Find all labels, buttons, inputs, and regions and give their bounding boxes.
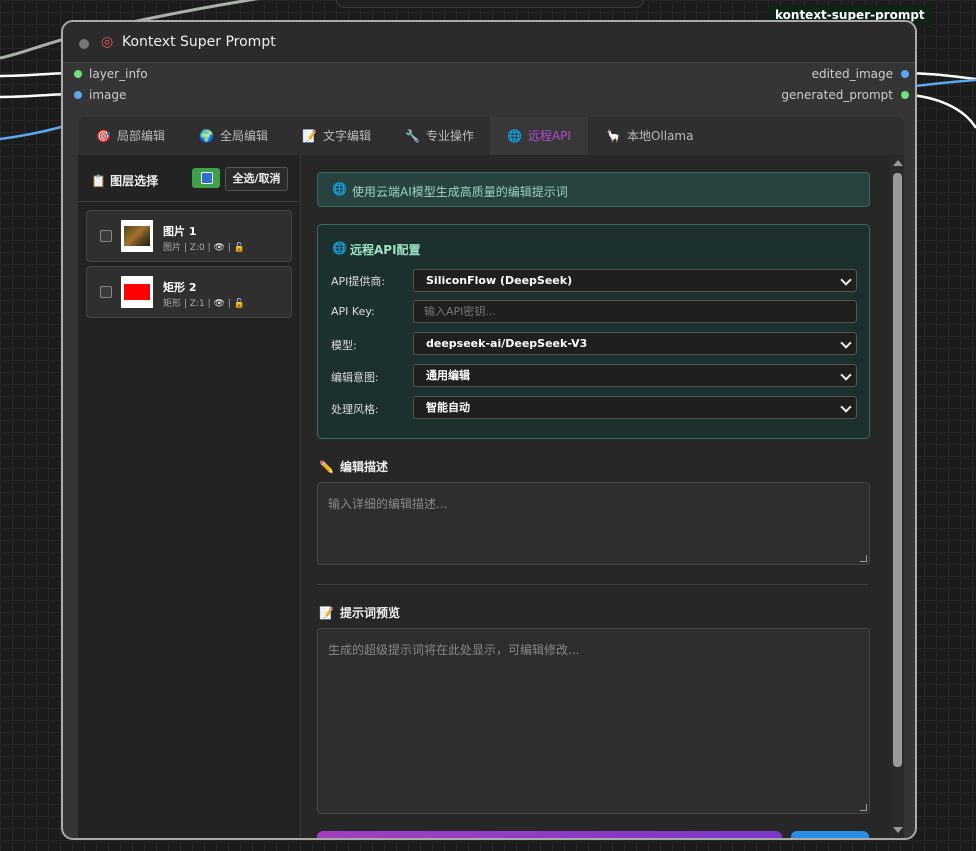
layer-item[interactable]: 矩形 2 矩形 | Z:1 | 👁 | 🔓 [86,266,292,318]
layer-sidebar-header: 📋 图层选择 全选/取消 [78,155,300,202]
memo-icon: 📝 [302,129,317,143]
input-slot-layer-info[interactable] [74,70,82,78]
select-all-button[interactable]: 全选/取消 [225,167,288,191]
input-label-image: image [89,88,127,102]
unlock-icon[interactable]: 🔓 [234,299,245,309]
node-widget-panel: 🎯 局部编辑 🌍 全局编辑 📝 文字编辑 🔧 专业操作 🌐 远程API 🦙 本地Ollama… [78,117,904,838]
generate-button[interactable] [317,831,782,838]
provider-select[interactable]: SiliconFlow (DeepSeek) [413,269,857,292]
divider [317,584,868,585]
output-label-edited-image: edited_image [811,67,893,81]
scroll-down-icon[interactable] [893,827,903,833]
layer-thumbnail [121,220,153,252]
output-slot-edited-image[interactable] [901,70,909,78]
resize-grip-icon[interactable] [860,555,867,562]
tab-local-ollama[interactable]: 🦙 本地Ollama [606,117,693,155]
tab-text-edit[interactable]: 📝 文字编辑 [302,117,371,155]
prompt-preview-textarea[interactable]: 生成的超级提示词将在此处显示，可编辑修改... [317,628,870,814]
edit-description-textarea[interactable]: 输入详细的编辑描述... [317,482,870,565]
info-banner: 🌐 使用云端AI模型生成高质量的编辑提示词 [317,172,870,207]
api-key-label: API Key: [331,305,375,318]
memo-icon: 📝 [319,606,334,620]
prompt-preview-title: 📝 提示词预览 [319,606,400,620]
output-label-generated-prompt: generated_prompt [781,88,893,102]
model-label: 模型: [331,339,357,352]
scroll-up-icon[interactable] [893,160,903,166]
kontext-super-prompt-node[interactable]: ◎ Kontext Super Prompt layer_info image … [61,20,917,840]
layer-checkbox[interactable] [100,286,112,298]
layer-thumbnail [121,276,153,308]
model-select[interactable]: deepseek-ai/DeepSeek-V3 [413,332,857,355]
style-label: 处理风格: [331,403,379,416]
intent-select[interactable]: 通用编辑 [413,364,857,387]
scrollbar-thumb[interactable] [893,173,902,767]
tab-remote-api[interactable]: 🌐 远程API [490,117,588,157]
eye-icon[interactable]: 👁 [213,299,224,309]
api-config-title: 远程API配置 [350,243,421,257]
layer-meta: 图片 | Z:0 | 👁 | 🔓 [163,243,245,253]
edit-description-title: ✏️ 编辑描述 [319,460,388,474]
eye-icon[interactable]: 👁 [213,243,224,253]
globe-icon: 🌍 [199,129,214,143]
secondary-action-button[interactable] [791,831,869,838]
target-icon: 🎯 [96,129,111,143]
layer-select-title: 📋 图层选择 [91,174,159,188]
remote-api-panel: 🌐 使用云端AI模型生成高质量的编辑提示词 🌐 远程API配置 API提供商: … [301,155,904,838]
intent-label: 编辑意图: [331,371,379,384]
unlock-icon[interactable]: 🔓 [234,243,245,253]
input-slot-image[interactable] [74,91,82,99]
wrench-icon: 🔧 [405,129,420,143]
chevron-down-icon [840,274,852,286]
tab-local-edit[interactable]: 🎯 局部编辑 [96,117,165,155]
globe-network-icon: 🌐 [507,129,522,143]
node-title: Kontext Super Prompt [122,34,276,50]
layer-meta: 矩形 | Z:1 | 👁 | 🔓 [163,299,245,309]
layer-name: 矩形 2 [163,281,197,294]
layer-sidebar: 📋 图层选择 全选/取消 图片 1 图片 | Z:0 | 👁 | 🔓 矩形 2 … [78,155,301,838]
chevron-down-icon [840,369,852,381]
api-config-box: 🌐 远程API配置 API提供商: SiliconFlow (DeepSeek)… [317,224,870,439]
output-slot-generated-prompt[interactable] [901,91,909,99]
info-text: 使用云端AI模型生成高质量的编辑提示词 [352,185,568,199]
llama-icon: 🦙 [606,129,621,143]
tab-global-edit[interactable]: 🌍 全局编辑 [199,117,268,155]
target-icon: ◎ [101,34,114,50]
tab-pro-operations[interactable]: 🔧 专业操作 [405,117,474,155]
api-key-input[interactable]: 输入API密钥... [413,300,857,323]
scrollbar[interactable] [890,155,904,838]
node-above-edge [336,0,644,8]
node-header[interactable]: ◎ Kontext Super Prompt [63,22,915,63]
globe-icon: 🌐 [332,241,347,255]
input-label-layer-info: layer_info [89,67,148,81]
clipboard-icon: 📋 [91,174,106,188]
chevron-down-icon [840,337,852,349]
style-select[interactable]: 智能自动 [413,396,857,419]
layer-item[interactable]: 图片 1 图片 | Z:0 | 👁 | 🔓 [86,210,292,262]
resize-grip-icon[interactable] [860,804,867,811]
tab-bar: 🎯 局部编辑 🌍 全局编辑 📝 文字编辑 🔧 专业操作 🌐 远程API 🦙 本地Ollama [78,117,904,157]
refresh-icon [201,172,213,184]
provider-label: API提供商: [331,275,386,288]
pencil-icon: ✏️ [319,460,334,474]
refresh-layers-button[interactable] [192,168,220,188]
layer-checkbox[interactable] [100,230,112,242]
chevron-down-icon [840,401,852,413]
globe-icon: 🌐 [332,182,347,196]
layer-name: 图片 1 [163,225,197,238]
collapse-toggle[interactable] [79,39,89,49]
